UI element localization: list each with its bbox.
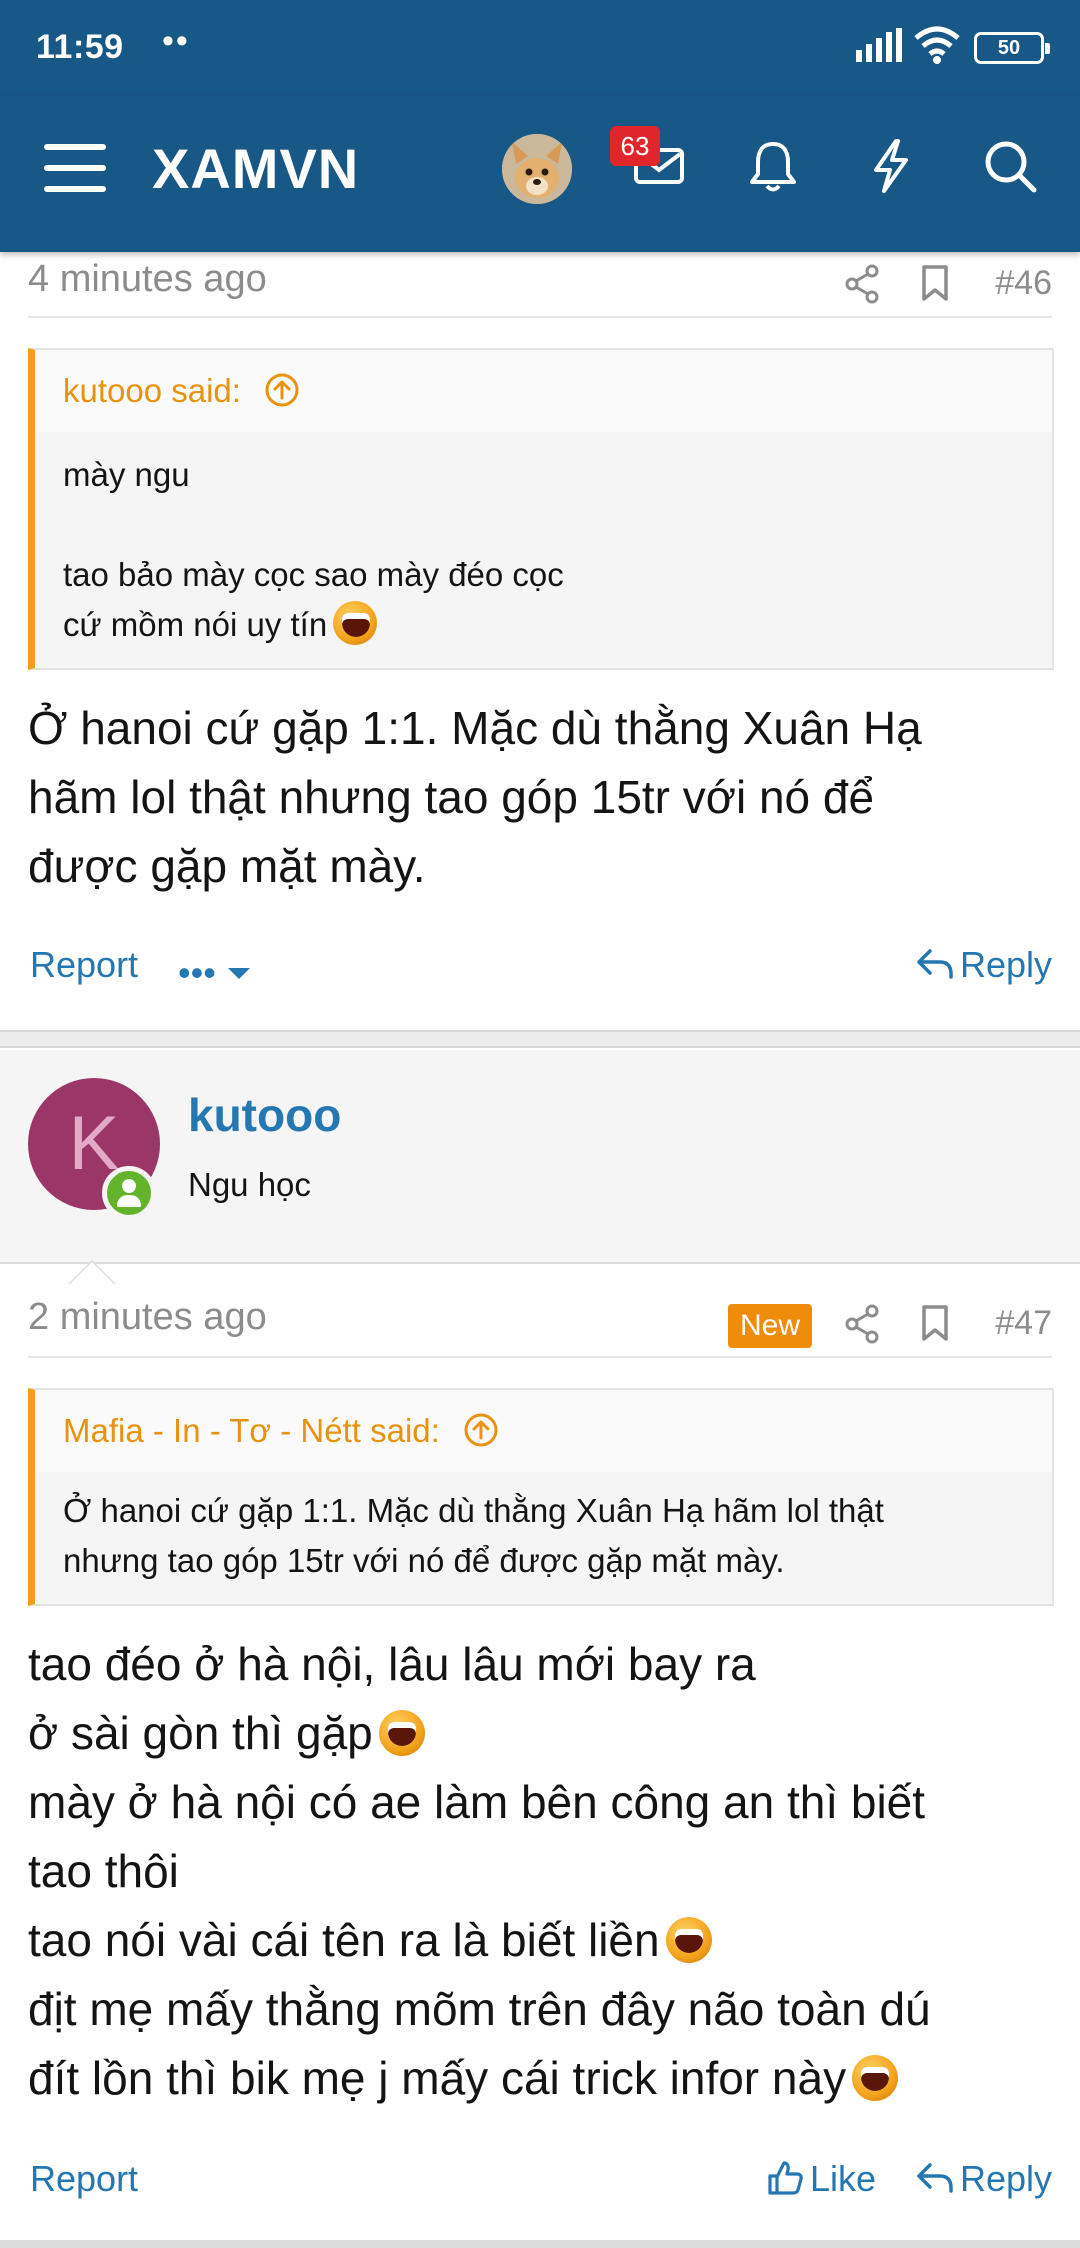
- status-time: 11:59: [36, 28, 124, 66]
- post-body: tao đéo ở hà nội, lâu lâu mới bay ra ở s…: [28, 1630, 1058, 2113]
- arrow-up-circle-icon[interactable]: [264, 372, 300, 408]
- more-dots: •••: [178, 952, 216, 993]
- bookmark-icon[interactable]: [920, 264, 950, 302]
- quote-line-with-emoji: cứ mồm nói uy tín: [63, 600, 1024, 650]
- online-status-icon: [102, 1166, 156, 1220]
- meta-divider: [28, 316, 1052, 318]
- site-logo[interactable]: XAMVN: [152, 136, 359, 201]
- post-line-with-emoji: đít lồn thì bik mẹ j mấy cái trick infor…: [28, 2044, 1058, 2113]
- post-time[interactable]: 2 minutes ago: [28, 1296, 267, 1339]
- menu-icon[interactable]: [44, 142, 106, 194]
- reply-button[interactable]: Reply: [916, 2158, 1052, 2200]
- more-actions-button[interactable]: •••: [178, 952, 258, 994]
- quote-content: Ở hanoi cứ gặp 1:1. Mặc dù thằng Xuân Hạ…: [35, 1472, 1052, 1602]
- post-line: tao thôi: [28, 1845, 179, 1897]
- status-bar: 11:59 •• 50: [0, 0, 1080, 96]
- quote-line: Ở hanoi cứ gặp 1:1. Mặc dù thằng Xuân Hạ…: [63, 1492, 884, 1529]
- reply-icon: [917, 949, 953, 980]
- like-label: Like: [810, 2158, 877, 2199]
- post-line: ở sài gòn thì gặp: [28, 1707, 373, 1759]
- wifi-icon: [914, 26, 960, 64]
- post-actions: Report Like Reply: [0, 2158, 1080, 2218]
- post-number[interactable]: #46: [995, 264, 1052, 303]
- post-time[interactable]: 4 minutes ago: [28, 258, 267, 301]
- share-icon[interactable]: [844, 264, 880, 304]
- top-nav: XAMVN 63: [0, 96, 1080, 252]
- caret-down-icon: [227, 968, 250, 980]
- post-line: tao nói vài cái tên ra là biết liền: [28, 1914, 660, 1966]
- user-avatar-icon[interactable]: [502, 134, 572, 204]
- new-badge: New: [728, 1304, 813, 1348]
- quote-content: mày ngu tao bảo mày cọc sao mày đéo cọc …: [35, 432, 1052, 666]
- quote-block: kutooo said: mày ngu tao bảo mày cọc sao…: [28, 348, 1054, 670]
- status-dots: ••: [162, 22, 190, 60]
- quote-author[interactable]: Mafia - In - Tơ - Nétt said:: [35, 1390, 1052, 1472]
- battery-level: 50: [997, 37, 1021, 59]
- post-separator: [0, 1030, 1080, 1048]
- signal-icon: [856, 28, 902, 62]
- post-author-card: K kutooo Ngu học: [0, 1050, 1080, 1284]
- post-line: mày ở hà nội có ae làm bên công an thì b…: [28, 1776, 926, 1828]
- report-link[interactable]: Report: [30, 2158, 138, 2200]
- post-line: Ở hanoi cứ gặp 1:1. Mặc dù thằng Xuân Hạ: [28, 702, 922, 754]
- battery-icon: 50: [974, 32, 1050, 64]
- laughing-emoji-icon: [665, 1916, 712, 1963]
- post-line-with-emoji: ở sài gòn thì gặp: [28, 1699, 1058, 1768]
- bell-icon[interactable]: [746, 138, 800, 194]
- quote-author-label: Mafia - In - Tơ - Nétt said:: [63, 1412, 440, 1449]
- like-icon: [768, 2161, 803, 2196]
- laughing-emoji-icon: [378, 1709, 425, 1756]
- post-line: đít lồn thì bik mẹ j mấy cái trick infor…: [28, 2052, 847, 2104]
- share-icon[interactable]: [844, 1304, 880, 1344]
- inbox-count-badge: 63: [610, 126, 660, 166]
- quote-line: cứ mồm nói uy tín: [63, 606, 328, 643]
- quote-line: nhưng tao góp 15tr với nó để được gặp mặ…: [63, 1542, 785, 1579]
- post-line: hãm lol thật nhưng tao góp 15tr với nó đ…: [28, 771, 875, 823]
- post-number[interactable]: #47: [995, 1304, 1052, 1343]
- arrow-up-circle-icon[interactable]: [463, 1412, 499, 1448]
- quote-line: tao bảo mày cọc sao mày đéo cọc: [63, 556, 564, 593]
- post-line: được gặp mặt mày.: [28, 840, 426, 892]
- author-name[interactable]: kutooo: [188, 1088, 341, 1142]
- reply-icon: [917, 2163, 953, 2194]
- post-actions: Report ••• Reply: [0, 944, 1080, 1004]
- report-link[interactable]: Report: [30, 944, 138, 986]
- laughing-emoji-icon: [852, 2054, 899, 2101]
- quote-line: [63, 500, 1024, 550]
- bookmark-icon[interactable]: [920, 1304, 950, 1342]
- quote-author[interactable]: kutooo said:: [35, 350, 1052, 432]
- quote-author-label: kutooo said:: [63, 372, 241, 409]
- post-body: Ở hanoi cứ gặp 1:1. Mặc dù thằng Xuân Hạ…: [28, 694, 1058, 901]
- search-icon[interactable]: [982, 138, 1038, 194]
- reply-label: Reply: [959, 2158, 1052, 2199]
- post-line: tao đéo ở hà nội, lâu lâu mới bay ra: [28, 1638, 756, 1690]
- bolt-icon[interactable]: [866, 138, 916, 194]
- quote-block: Mafia - In - Tơ - Nétt said: Ở hanoi cứ …: [28, 1388, 1054, 1606]
- laughing-emoji-icon: [333, 601, 378, 646]
- reply-label: Reply: [959, 944, 1052, 985]
- like-button[interactable]: Like: [766, 2158, 876, 2200]
- quote-line: mày ngu: [63, 456, 190, 493]
- card-pointer-fill: [70, 1262, 114, 1284]
- post-line: địt mẹ mấy thằng mõm trên đây não toàn d…: [28, 1983, 931, 2035]
- post-bottom-border: [0, 2240, 1080, 2248]
- post-line-with-emoji: tao nói vài cái tên ra là biết liền: [28, 1906, 1058, 1975]
- author-title: Ngu học: [188, 1166, 311, 1203]
- reply-button[interactable]: Reply: [916, 944, 1052, 986]
- meta-divider: [28, 1356, 1052, 1358]
